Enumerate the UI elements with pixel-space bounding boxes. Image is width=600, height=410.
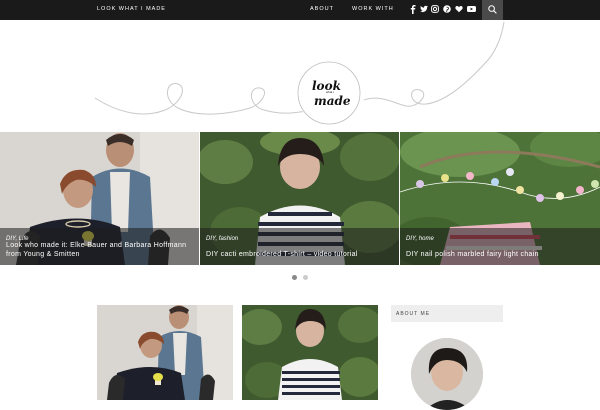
about-me-title: ABOUT ME xyxy=(396,311,431,317)
slide-3-category[interactable]: DIY, home xyxy=(406,236,434,242)
search-button[interactable] xyxy=(482,0,503,20)
slide-2-category[interactable]: DIY, fashion xyxy=(206,236,238,242)
facebook-icon[interactable] xyxy=(409,5,417,15)
slide-2-caption xyxy=(200,228,399,265)
twitter-icon[interactable] xyxy=(420,5,428,15)
site-header: look what i made xyxy=(0,20,600,132)
post-2-image xyxy=(242,305,378,400)
post-thumbnail-2[interactable] xyxy=(242,305,378,400)
youtube-icon[interactable] xyxy=(467,5,476,15)
post-1-image xyxy=(97,305,233,400)
search-icon xyxy=(488,5,497,14)
about-me-widget-heading: ABOUT ME xyxy=(391,305,503,322)
avatar xyxy=(411,338,483,410)
slide-1-title[interactable]: Look who made it: Elke Bauer and Barbara… xyxy=(6,241,196,259)
top-navigation-bar: LOOK WHAT I MADE ABOUT WORK WITH xyxy=(0,0,600,20)
slide-3-caption xyxy=(400,228,600,265)
site-brand-link[interactable]: LOOK WHAT I MADE xyxy=(97,6,166,12)
about-me-photo xyxy=(411,338,483,410)
slide-2-title[interactable]: DIY cacti embroidered T-shirt – video tu… xyxy=(206,250,396,259)
slider-slide-2[interactable]: DIY, fashion DIY cacti embroidered T-shi… xyxy=(200,132,399,265)
nav-item-about[interactable]: ABOUT xyxy=(310,6,334,12)
pinterest-icon[interactable] xyxy=(443,5,451,15)
slider-slide-3[interactable]: DIY, home DIY nail polish marbled fairy … xyxy=(400,132,600,265)
slide-3-title[interactable]: DIY nail polish marbled fairy light chai… xyxy=(406,250,596,259)
instagram-icon[interactable] xyxy=(431,5,439,15)
slider-dot-1[interactable] xyxy=(292,275,297,280)
logo-text-made: made xyxy=(314,94,351,108)
post-thumbnail-1[interactable] xyxy=(97,305,233,400)
nav-item-work-with[interactable]: WORK WITH xyxy=(352,6,394,12)
slider-slide-1[interactable]: DIY, Life Look who made it: Elke Bauer a… xyxy=(0,132,199,265)
slider-dot-2[interactable] xyxy=(303,275,308,280)
heart-icon[interactable] xyxy=(455,5,463,15)
